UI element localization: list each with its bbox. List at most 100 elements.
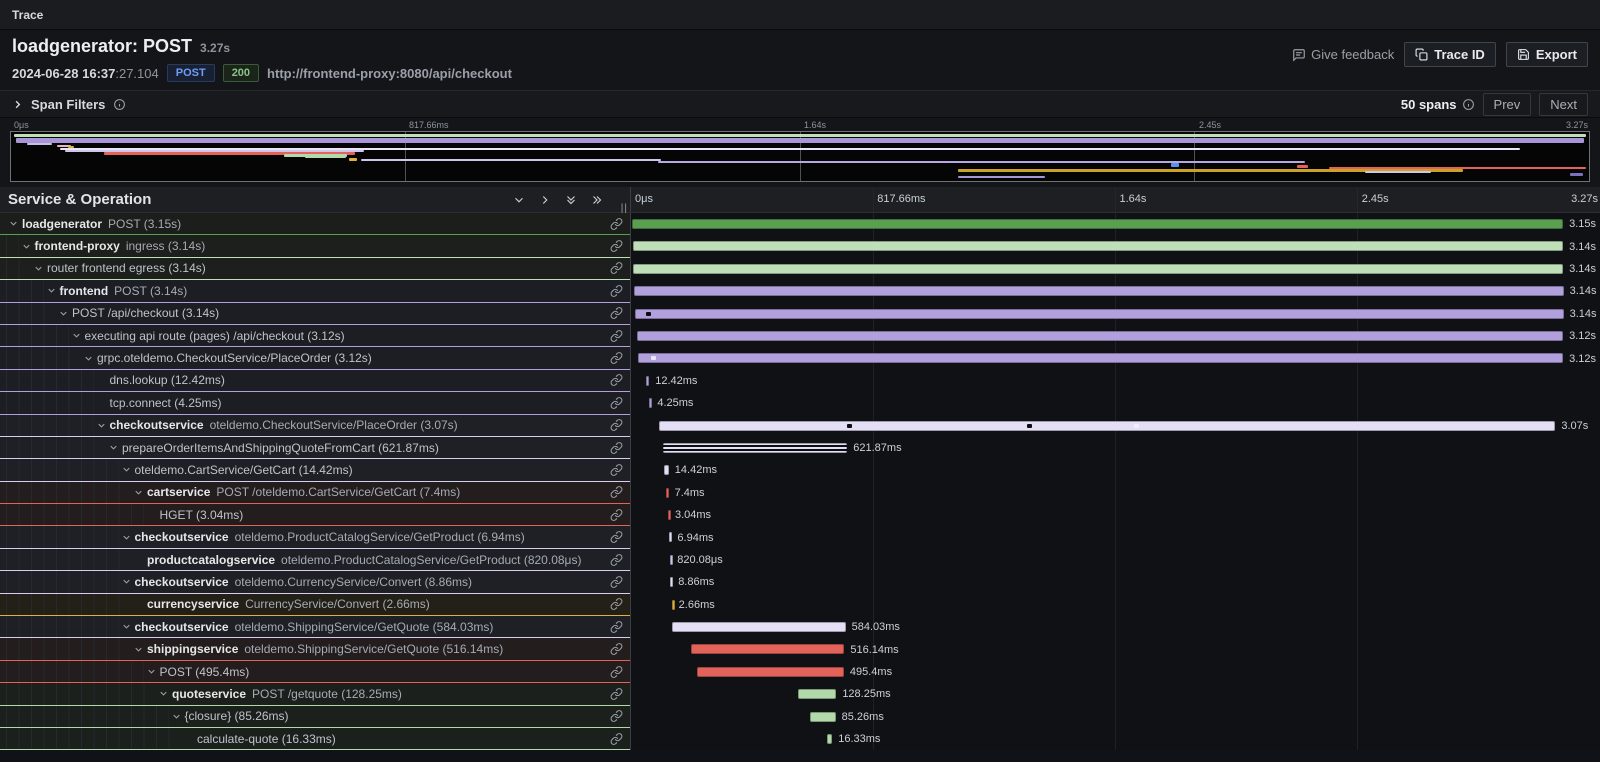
collapse-chevron-icon[interactable] [121,464,135,475]
span-link-icon[interactable] [610,307,623,320]
span-name-cell[interactable]: dns.lookup (12.42ms) [0,370,630,392]
span-link-icon[interactable] [610,284,623,297]
collapse-chevron-icon[interactable] [108,442,122,453]
span-name-cell[interactable]: shippingserviceoteldemo.ShippingService/… [0,638,630,660]
span-name-cell[interactable]: oteldemo.CartService/GetCart (14.42ms) [0,459,630,481]
collapse-chevron-icon[interactable] [96,420,110,431]
span-link-icon[interactable] [610,396,623,409]
collapse-chevron-icon[interactable] [133,644,147,655]
span-link-icon[interactable] [610,710,623,723]
span-name-cell[interactable]: executing api route (pages) /api/checkou… [0,325,630,347]
collapse-chevron-icon[interactable] [171,711,185,722]
span-name-cell[interactable]: grpc.oteldemo.CheckoutService/PlaceOrder… [0,347,630,369]
span-name-cell[interactable]: checkoutserviceoteldemo.CheckoutService/… [0,415,630,437]
collapse-chevron-icon[interactable] [121,621,135,632]
collapse-chevron-icon[interactable] [121,532,135,543]
span-name-cell[interactable]: frontend-proxyingress (3.14s) [0,235,630,257]
span-link-icon[interactable] [610,643,623,656]
span-name-cell[interactable]: quoteservicePOST /getquote (128.25ms) [0,683,630,705]
span-name-cell[interactable]: checkoutserviceoteldemo.CurrencyService/… [0,571,630,593]
span-row[interactable]: frontend-proxyingress (3.14s)3.14s [0,235,1600,257]
span-name-cell[interactable]: POST /api/checkout (3.14s) [0,303,630,325]
span-link-icon[interactable] [610,463,623,476]
span-name-cell[interactable]: currencyserviceCurrencyService/Convert (… [0,594,630,616]
span-link-icon[interactable] [610,508,623,521]
span-link-icon[interactable] [610,217,623,230]
span-name-cell[interactable]: cartservicePOST /oteldemo.CartService/Ge… [0,482,630,504]
prev-button[interactable]: Prev [1483,93,1532,116]
span-bar[interactable] [663,443,847,453]
span-row[interactable]: POST /api/checkout (3.14s)3.14s [0,303,1600,325]
span-bar[interactable] [646,376,650,386]
span-name-cell[interactable]: calculate-quote (16.33ms) [0,728,630,750]
span-row[interactable]: router frontend egress (3.14s)3.14s [0,258,1600,280]
span-bar[interactable] [810,712,835,722]
collapse-chevron-icon[interactable] [83,353,97,364]
collapse-one-icon[interactable] [512,193,526,207]
span-link-icon[interactable] [610,441,623,454]
span-link-icon[interactable] [610,352,623,365]
next-button[interactable]: Next [1539,93,1588,116]
span-bar[interactable] [632,219,1563,229]
span-row[interactable]: executing api route (pages) /api/checkou… [0,325,1600,347]
span-row[interactable]: HGET (3.04ms)3.04ms [0,504,1600,526]
trace-id-button[interactable]: Trace ID [1404,42,1496,67]
span-link-icon[interactable] [610,486,623,499]
span-row[interactable]: currencyserviceCurrencyService/Convert (… [0,594,1600,616]
span-row[interactable]: checkoutserviceoteldemo.CurrencyService/… [0,571,1600,593]
span-name-cell[interactable]: POST (495.4ms) [0,661,630,683]
span-link-icon[interactable] [610,687,623,700]
span-bar[interactable] [672,622,846,632]
span-row[interactable]: quoteservicePOST /getquote (128.25ms)128… [0,683,1600,705]
span-name-cell[interactable]: {closure} (85.26ms) [0,706,630,728]
collapse-all-icon[interactable] [564,193,578,207]
span-link-icon[interactable] [610,665,623,678]
collapse-chevron-icon[interactable] [121,576,135,587]
span-link-icon[interactable] [610,240,623,253]
collapse-chevron-icon[interactable] [8,218,22,229]
span-bar[interactable] [672,600,675,610]
span-bar[interactable] [635,309,1564,319]
span-bar[interactable] [649,398,652,408]
span-row[interactable]: checkoutserviceoteldemo.ProductCatalogSe… [0,526,1600,548]
span-row[interactable]: grpc.oteldemo.CheckoutService/PlaceOrder… [0,347,1600,369]
span-row[interactable]: dns.lookup (12.42ms)12.42ms [0,370,1600,392]
span-bar[interactable] [637,331,1563,341]
span-link-icon[interactable] [610,575,623,588]
span-link-icon[interactable] [610,531,623,544]
expand-one-icon[interactable] [538,193,552,207]
span-row[interactable]: POST (495.4ms)495.4ms [0,661,1600,683]
span-name-cell[interactable]: HGET (3.04ms) [0,504,630,526]
span-bar[interactable] [798,689,836,699]
span-bar[interactable] [638,353,1563,363]
span-name-cell[interactable]: productcatalogserviceoteldemo.ProductCat… [0,549,630,571]
span-row[interactable]: cartservicePOST /oteldemo.CartService/Ge… [0,482,1600,504]
span-name-cell[interactable]: checkoutserviceoteldemo.ShippingService/… [0,616,630,638]
span-name-cell[interactable]: prepareOrderItemsAndShippingQuoteFromCar… [0,437,630,459]
collapse-chevron-icon[interactable] [133,487,147,498]
span-link-icon[interactable] [610,329,623,342]
collapse-chevron-icon[interactable] [33,263,47,274]
span-row[interactable]: oteldemo.CartService/GetCart (14.42ms)14… [0,459,1600,481]
span-link-icon[interactable] [610,262,623,275]
span-row[interactable]: checkoutserviceoteldemo.ShippingService/… [0,616,1600,638]
span-row[interactable]: shippingserviceoteldemo.ShippingService/… [0,638,1600,660]
span-bar[interactable] [666,488,669,498]
collapse-chevron-icon[interactable] [158,688,172,699]
collapse-chevron-icon[interactable] [58,308,72,319]
span-link-icon[interactable] [610,620,623,633]
span-bar[interactable] [659,421,1555,431]
collapse-chevron-icon[interactable] [21,241,35,252]
span-bar[interactable] [633,264,1563,274]
span-link-icon[interactable] [610,419,623,432]
span-link-icon[interactable] [610,732,623,745]
collapse-chevron-icon[interactable] [71,330,85,341]
span-row[interactable]: loadgeneratorPOST (3.15s)3.15s [0,213,1600,235]
collapse-chevron-icon[interactable] [46,285,60,296]
span-link-icon[interactable] [610,598,623,611]
span-bar[interactable] [669,532,672,542]
span-row[interactable]: tcp.connect (4.25ms)4.25ms [0,392,1600,414]
span-link-icon[interactable] [610,374,623,387]
span-bar[interactable] [697,667,844,677]
give-feedback-link[interactable]: Give feedback [1292,47,1394,62]
